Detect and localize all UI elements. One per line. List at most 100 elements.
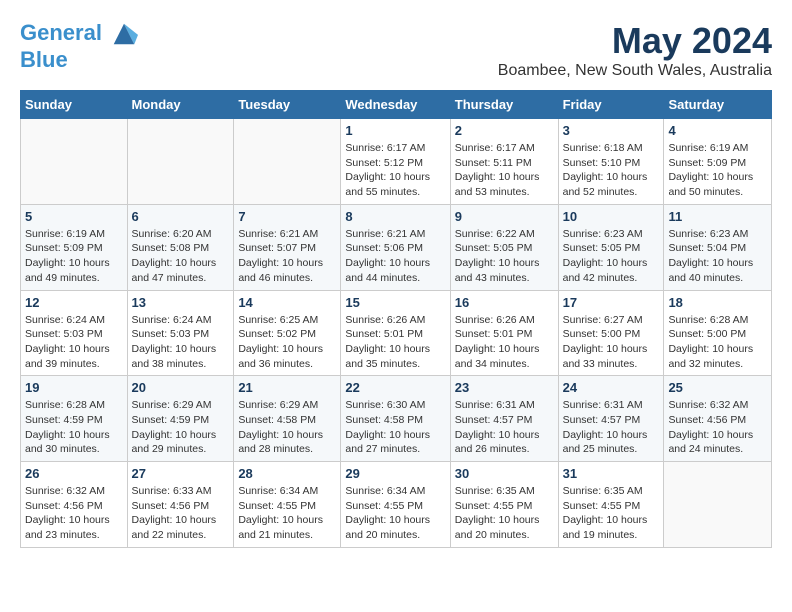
day-info: Sunrise: 6:27 AM Sunset: 5:00 PM Dayligh… [563, 313, 660, 372]
day-info: Sunrise: 6:25 AM Sunset: 5:02 PM Dayligh… [238, 313, 336, 372]
column-header-friday: Friday [558, 91, 664, 119]
calendar-cell: 5 Sunrise: 6:19 AM Sunset: 5:09 PM Daylig… [21, 204, 128, 290]
day-info: Sunrise: 6:17 AM Sunset: 5:12 PM Dayligh… [345, 141, 445, 200]
day-number: 12 [25, 295, 123, 310]
week-row-4: 19 Sunrise: 6:28 AM Sunset: 4:59 PM Dayli… [21, 376, 772, 462]
day-number: 13 [132, 295, 230, 310]
day-number: 5 [25, 209, 123, 224]
day-number: 4 [668, 123, 767, 138]
calendar-cell: 13 Sunrise: 6:24 AM Sunset: 5:03 PM Dayli… [127, 290, 234, 376]
day-number: 10 [563, 209, 660, 224]
logo: General Blue [20, 20, 138, 72]
day-number: 9 [455, 209, 554, 224]
calendar-cell: 9 Sunrise: 6:22 AM Sunset: 5:05 PM Daylig… [450, 204, 558, 290]
column-header-monday: Monday [127, 91, 234, 119]
calendar-cell: 21 Sunrise: 6:29 AM Sunset: 4:58 PM Dayli… [234, 376, 341, 462]
day-number: 28 [238, 466, 336, 481]
day-info: Sunrise: 6:34 AM Sunset: 4:55 PM Dayligh… [238, 484, 336, 543]
calendar-cell: 24 Sunrise: 6:31 AM Sunset: 4:57 PM Dayli… [558, 376, 664, 462]
calendar-cell: 11 Sunrise: 6:23 AM Sunset: 5:04 PM Dayli… [664, 204, 772, 290]
header: General Blue May 2024 Boambee, New South… [20, 20, 772, 80]
day-info: Sunrise: 6:22 AM Sunset: 5:05 PM Dayligh… [455, 227, 554, 286]
day-info: Sunrise: 6:29 AM Sunset: 4:58 PM Dayligh… [238, 398, 336, 457]
calendar-cell: 20Sunrise: 6:29 AM Sunset: 4:59 PM Dayli… [127, 376, 234, 462]
calendar-cell: 1Sunrise: 6:17 AM Sunset: 5:12 PM Daylig… [341, 119, 450, 205]
day-number: 21 [238, 380, 336, 395]
day-number: 30 [455, 466, 554, 481]
day-info: Sunrise: 6:35 AM Sunset: 4:55 PM Dayligh… [563, 484, 660, 543]
calendar-cell: 8Sunrise: 6:21 AM Sunset: 5:06 PM Daylig… [341, 204, 450, 290]
day-number: 22 [345, 380, 445, 395]
day-info: Sunrise: 6:26 AM Sunset: 5:01 PM Dayligh… [345, 313, 445, 372]
day-info: Sunrise: 6:24 AM Sunset: 5:03 PM Dayligh… [25, 313, 123, 372]
day-info: Sunrise: 6:35 AM Sunset: 4:55 PM Dayligh… [455, 484, 554, 543]
day-number: 7 [238, 209, 336, 224]
calendar-cell: 29 Sunrise: 6:34 AM Sunset: 4:55 PM Dayli… [341, 462, 450, 548]
calendar-cell: 3 Sunrise: 6:18 AM Sunset: 5:10 PM Daylig… [558, 119, 664, 205]
calendar-cell: 30 Sunrise: 6:35 AM Sunset: 4:55 PM Dayli… [450, 462, 558, 548]
day-info: Sunrise: 6:17 AM Sunset: 5:11 PM Dayligh… [455, 141, 554, 200]
day-info: Sunrise: 6:26 AM Sunset: 5:01 PM Dayligh… [455, 313, 554, 372]
day-info: Sunrise: 6:31 AM Sunset: 4:57 PM Dayligh… [455, 398, 554, 457]
day-number: 3 [563, 123, 660, 138]
calendar-cell: 31 Sunrise: 6:35 AM Sunset: 4:55 PM Dayli… [558, 462, 664, 548]
logo-text: General [20, 20, 138, 48]
calendar-cell: 27Sunrise: 6:33 AM Sunset: 4:56 PM Dayli… [127, 462, 234, 548]
day-info: Sunrise: 6:32 AM Sunset: 4:56 PM Dayligh… [668, 398, 767, 457]
calendar-cell: 28 Sunrise: 6:34 AM Sunset: 4:55 PM Dayli… [234, 462, 341, 548]
calendar-cell [127, 119, 234, 205]
day-info: Sunrise: 6:34 AM Sunset: 4:55 PM Dayligh… [345, 484, 445, 543]
calendar-cell [21, 119, 128, 205]
day-info: Sunrise: 6:23 AM Sunset: 5:04 PM Dayligh… [668, 227, 767, 286]
column-header-tuesday: Tuesday [234, 91, 341, 119]
day-number: 31 [563, 466, 660, 481]
day-info: Sunrise: 6:18 AM Sunset: 5:10 PM Dayligh… [563, 141, 660, 200]
column-header-sunday: Sunday [21, 91, 128, 119]
day-number: 11 [668, 209, 767, 224]
day-info: Sunrise: 6:28 AM Sunset: 4:59 PM Dayligh… [25, 398, 123, 457]
calendar-cell: 2 Sunrise: 6:17 AM Sunset: 5:11 PM Daylig… [450, 119, 558, 205]
column-header-saturday: Saturday [664, 91, 772, 119]
day-info: Sunrise: 6:24 AM Sunset: 5:03 PM Dayligh… [132, 313, 230, 372]
calendar-cell: 4Sunrise: 6:19 AM Sunset: 5:09 PM Daylig… [664, 119, 772, 205]
day-number: 23 [455, 380, 554, 395]
day-number: 29 [345, 466, 445, 481]
calendar-cell [664, 462, 772, 548]
calendar-cell: 26Sunrise: 6:32 AM Sunset: 4:56 PM Dayli… [21, 462, 128, 548]
calendar-title: May 2024 [498, 20, 772, 62]
week-row-3: 12 Sunrise: 6:24 AM Sunset: 5:03 PM Dayli… [21, 290, 772, 376]
calendar-cell: 12 Sunrise: 6:24 AM Sunset: 5:03 PM Dayli… [21, 290, 128, 376]
day-number: 24 [563, 380, 660, 395]
day-info: Sunrise: 6:30 AM Sunset: 4:58 PM Dayligh… [345, 398, 445, 457]
calendar-cell: 23 Sunrise: 6:31 AM Sunset: 4:57 PM Dayli… [450, 376, 558, 462]
day-number: 2 [455, 123, 554, 138]
calendar-cell: 10 Sunrise: 6:23 AM Sunset: 5:05 PM Dayli… [558, 204, 664, 290]
column-header-thursday: Thursday [450, 91, 558, 119]
calendar-cell: 16Sunrise: 6:26 AM Sunset: 5:01 PM Dayli… [450, 290, 558, 376]
calendar-subtitle: Boambee, New South Wales, Australia [498, 62, 772, 80]
column-header-wednesday: Wednesday [341, 91, 450, 119]
week-row-5: 26Sunrise: 6:32 AM Sunset: 4:56 PM Dayli… [21, 462, 772, 548]
title-area: May 2024 Boambee, New South Wales, Austr… [498, 20, 772, 80]
day-info: Sunrise: 6:20 AM Sunset: 5:08 PM Dayligh… [132, 227, 230, 286]
calendar-cell: 25 Sunrise: 6:32 AM Sunset: 4:56 PM Dayli… [664, 376, 772, 462]
day-info: Sunrise: 6:31 AM Sunset: 4:57 PM Dayligh… [563, 398, 660, 457]
calendar-cell: 17 Sunrise: 6:27 AM Sunset: 5:00 PM Dayli… [558, 290, 664, 376]
day-number: 17 [563, 295, 660, 310]
day-number: 20 [132, 380, 230, 395]
day-info: Sunrise: 6:28 AM Sunset: 5:00 PM Dayligh… [668, 313, 767, 372]
day-number: 14 [238, 295, 336, 310]
calendar-cell [234, 119, 341, 205]
day-number: 25 [668, 380, 767, 395]
calendar-header: SundayMondayTuesdayWednesdayThursdayFrid… [21, 91, 772, 119]
day-info: Sunrise: 6:21 AM Sunset: 5:07 PM Dayligh… [238, 227, 336, 286]
day-number: 27 [132, 466, 230, 481]
calendar-cell: 14 Sunrise: 6:25 AM Sunset: 5:02 PM Dayli… [234, 290, 341, 376]
day-info: Sunrise: 6:19 AM Sunset: 5:09 PM Dayligh… [25, 227, 123, 286]
day-number: 8 [345, 209, 445, 224]
day-number: 18 [668, 295, 767, 310]
day-number: 19 [25, 380, 123, 395]
day-info: Sunrise: 6:23 AM Sunset: 5:05 PM Dayligh… [563, 227, 660, 286]
week-row-1: 1Sunrise: 6:17 AM Sunset: 5:12 PM Daylig… [21, 119, 772, 205]
day-info: Sunrise: 6:32 AM Sunset: 4:56 PM Dayligh… [25, 484, 123, 543]
